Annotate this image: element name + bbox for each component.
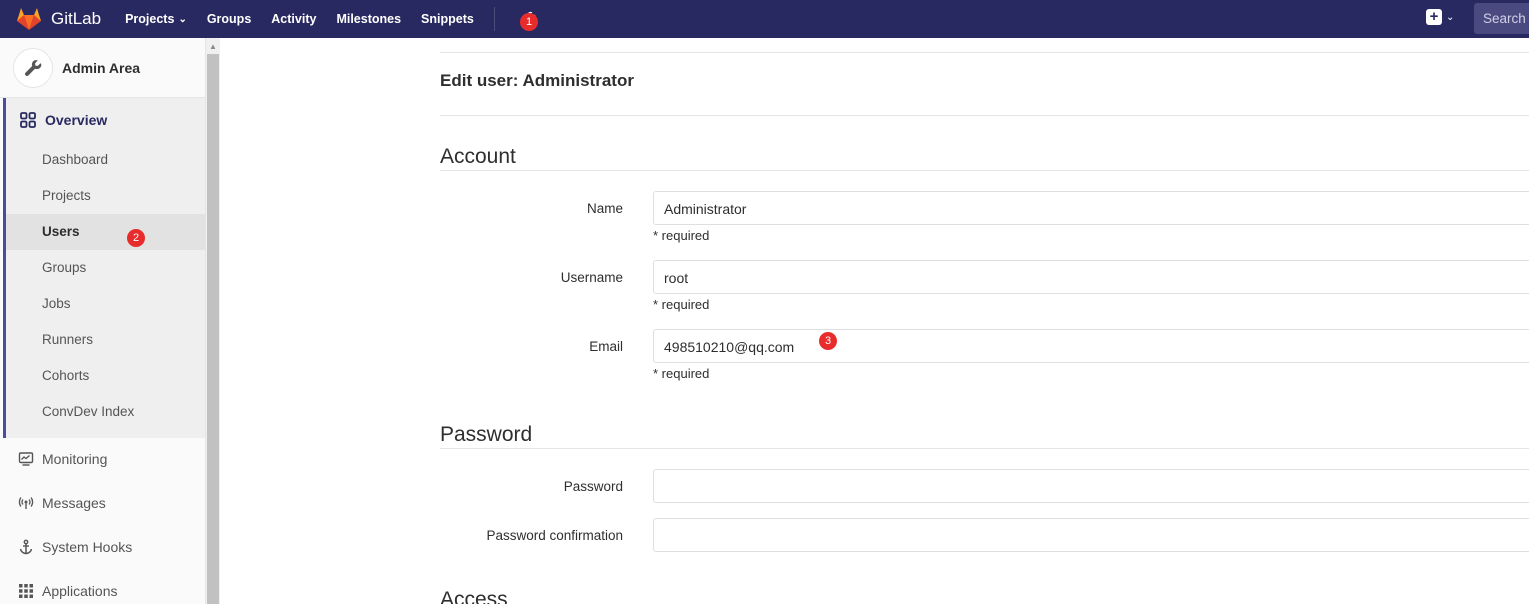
sidebar-item-messages[interactable]: Messages xyxy=(18,495,106,511)
sidebar-item-cohorts[interactable]: Cohorts xyxy=(42,368,89,383)
section-heading-account: Account xyxy=(440,145,516,168)
sidebar-item-users[interactable]: Users xyxy=(42,224,80,239)
sidebar-item-dashboard[interactable]: Dashboard xyxy=(42,152,108,167)
broadcast-icon xyxy=(18,497,34,509)
avatar xyxy=(13,47,53,88)
section-heading-password: Password xyxy=(440,423,533,446)
search-input[interactable]: Search xyxy=(1474,3,1529,34)
sidebar-item-jobs[interactable]: Jobs xyxy=(42,296,71,311)
username-label: Username xyxy=(560,270,623,285)
annotation-badge: 1 xyxy=(520,13,538,31)
password-field[interactable] xyxy=(653,469,1529,503)
sidebar-item-label: System Hooks xyxy=(42,539,133,555)
sidebar-item-convdev-index[interactable]: ConvDev Index xyxy=(42,404,134,419)
username-field[interactable]: root xyxy=(653,260,1529,294)
anchor-icon xyxy=(19,539,33,555)
plus-square-icon: + xyxy=(1426,9,1442,25)
annotation-badge: 2 xyxy=(127,229,145,247)
sidebar-item-overview[interactable]: Overview xyxy=(20,112,107,128)
chevron-down-icon: ⌄ xyxy=(1446,11,1455,23)
scrollbar-thumb[interactable] xyxy=(207,54,219,604)
admin-sidebar: Admin Area Overview Dashboard Projects U… xyxy=(0,38,206,604)
top-navbar: GitLab Projects ⌄ Groups Activity Milesto… xyxy=(0,0,1529,38)
sidebar-item-groups[interactable]: Groups xyxy=(42,260,86,275)
sidebar-item-applications[interactable]: Applications xyxy=(18,583,118,599)
username-help-text: * required xyxy=(653,297,710,312)
sidebar-title: Admin Area xyxy=(62,59,141,76)
sidebar-item-monitoring[interactable]: Monitoring xyxy=(18,451,107,467)
overview-grid-icon xyxy=(20,112,36,128)
new-dropdown-button[interactable]: + ⌄ xyxy=(1426,9,1454,25)
name-label: Name xyxy=(586,201,623,216)
section-heading-access: Access xyxy=(440,588,508,604)
sidebar-item-label: Monitoring xyxy=(42,451,108,467)
name-help-text: * required xyxy=(653,228,710,243)
sidebar-item-system-hooks[interactable]: System Hooks xyxy=(18,539,132,555)
sidebar-header[interactable]: Admin Area xyxy=(0,38,205,98)
active-row-highlight xyxy=(6,214,205,250)
grid-icon xyxy=(19,584,33,598)
sidebar-group-overview: Overview Dashboard Projects Users Groups… xyxy=(3,98,205,438)
sidebar-scrollbar[interactable]: ▲ xyxy=(206,38,220,604)
divider xyxy=(440,170,1529,171)
nav-projects[interactable]: Projects ⌄ xyxy=(125,12,187,26)
sidebar-item-runners[interactable]: Runners xyxy=(42,332,93,347)
name-field[interactable]: Administrator xyxy=(653,191,1529,225)
sidebar-item-label: Overview xyxy=(45,112,108,128)
gitlab-logo[interactable]: GitLab xyxy=(16,0,101,38)
sidebar-item-label: Applications xyxy=(42,583,118,599)
chevron-down-icon: ⌄ xyxy=(178,13,187,25)
page-title: Edit user: Administrator xyxy=(440,71,634,90)
email-help-text: * required xyxy=(653,366,710,381)
nav-snippets[interactable]: Snippets xyxy=(421,12,474,26)
nav-activity[interactable]: Activity xyxy=(271,12,316,26)
divider xyxy=(440,52,1529,53)
sidebar-item-projects[interactable]: Projects xyxy=(42,188,91,203)
wrench-icon xyxy=(25,59,42,76)
divider xyxy=(440,448,1529,449)
annotation-badge: 3 xyxy=(819,332,837,350)
gitlab-tanuki-icon xyxy=(17,8,41,30)
sidebar-item-label: Messages xyxy=(42,495,106,511)
email-label: Email xyxy=(589,339,623,354)
scroll-up-arrow-icon[interactable]: ▲ xyxy=(209,42,217,51)
password-confirmation-field[interactable] xyxy=(653,518,1529,552)
monitor-icon xyxy=(18,452,34,466)
divider xyxy=(440,115,1529,116)
nav-divider xyxy=(493,7,495,31)
password-confirmation-label: Password confirmation xyxy=(486,528,623,543)
password-label: Password xyxy=(563,479,623,494)
nav-groups[interactable]: Groups xyxy=(207,12,251,26)
nav-projects-label: Projects xyxy=(125,12,175,26)
nav-milestones[interactable]: Milestones xyxy=(336,12,401,26)
email-field[interactable]: 498510210@qq.com xyxy=(653,329,1529,363)
brand-name: GitLab xyxy=(51,9,102,28)
